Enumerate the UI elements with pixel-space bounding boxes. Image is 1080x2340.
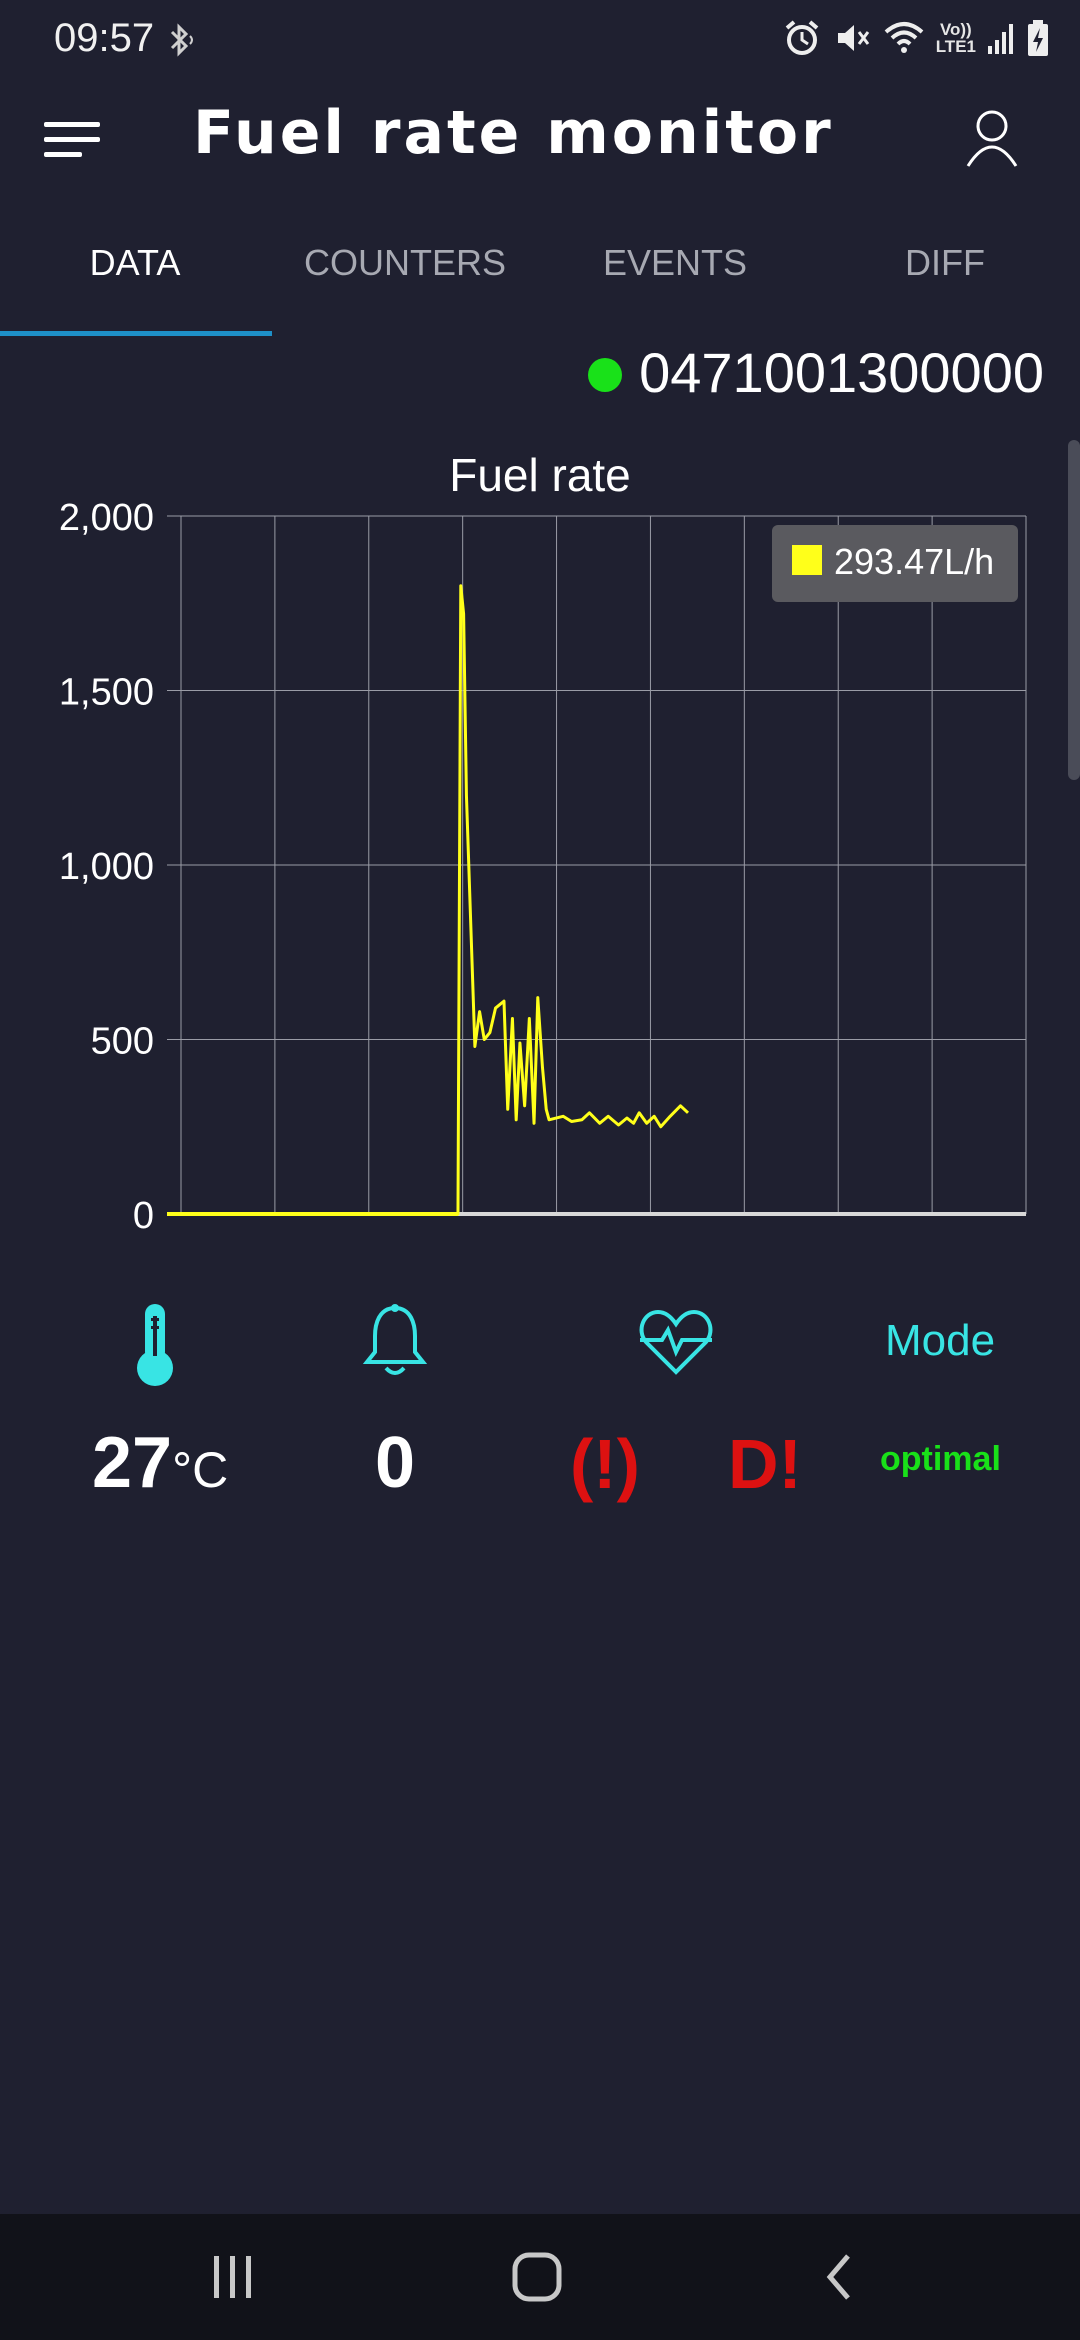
bluetooth-icon: [170, 23, 193, 57]
account-icon[interactable]: [962, 106, 1022, 170]
scrollbar[interactable]: [1068, 440, 1080, 780]
signal-icon: [988, 24, 1013, 54]
tooltip-swatch: [792, 545, 822, 575]
y-tick-label: 1,000: [59, 846, 154, 888]
thermometer-icon: [137, 1304, 173, 1386]
y-tick-label: 2,000: [59, 497, 154, 539]
alarm-icon: [785, 20, 818, 55]
temperature-value: 27°C: [92, 1423, 229, 1503]
wifi-icon: [884, 22, 924, 53]
temperature-unit: °C: [172, 1442, 229, 1498]
app-title: Fuel rate monitor: [193, 98, 834, 168]
back-icon[interactable]: [818, 2250, 862, 2304]
alarm-count: 0: [375, 1423, 416, 1503]
tab-diff[interactable]: DIFF: [810, 208, 1080, 336]
battery-charging-icon: [1028, 20, 1048, 56]
tab-bar: DATA COUNTERS EVENTS DIFF: [0, 208, 1080, 336]
tab-data[interactable]: DATA: [0, 208, 272, 336]
home-icon[interactable]: [510, 2250, 564, 2304]
tab-indicator: [0, 331, 272, 336]
tooltip-value: 293.47L/h: [834, 541, 995, 582]
series-line: [181, 584, 690, 1216]
y-tick-label: 0: [133, 1195, 154, 1237]
status-time: 09:57: [54, 16, 155, 60]
connection-status-dot: [588, 358, 622, 392]
system-nav-bar: [0, 2214, 1080, 2340]
status-icons: Vo)) LTE1: [782, 18, 1050, 58]
heartbeat-icon: [639, 1309, 713, 1375]
warning-indicator: (!): [570, 1425, 640, 1503]
device-row: 0471001300000: [0, 340, 1080, 414]
y-tick-label: 500: [91, 1021, 154, 1063]
mode-label: Mode: [885, 1316, 996, 1365]
diagnostic-indicator: D!: [728, 1425, 802, 1503]
fuel-rate-chart[interactable]: 0 500 1,000 1,500 2,000: [0, 490, 1080, 1250]
mode-value: optimal: [880, 1440, 1001, 1478]
status-bar: 09:57 Vo)) LTE1: [0, 0, 1080, 84]
tab-events[interactable]: EVENTS: [540, 208, 810, 336]
mute-icon: [837, 25, 869, 51]
device-id[interactable]: 0471001300000: [639, 340, 1044, 405]
chart-tooltip: 293.47L/h: [772, 525, 1018, 602]
hamburger-menu-icon[interactable]: [40, 112, 104, 168]
y-tick-label: 1,500: [59, 672, 154, 714]
bell-icon: [362, 1304, 428, 1375]
app-bar: Fuel rate monitor: [0, 84, 1080, 194]
recent-apps-icon[interactable]: [208, 2250, 258, 2304]
lte-indicator: Vo)) LTE1: [935, 20, 976, 56]
tab-counters[interactable]: COUNTERS: [270, 208, 540, 336]
